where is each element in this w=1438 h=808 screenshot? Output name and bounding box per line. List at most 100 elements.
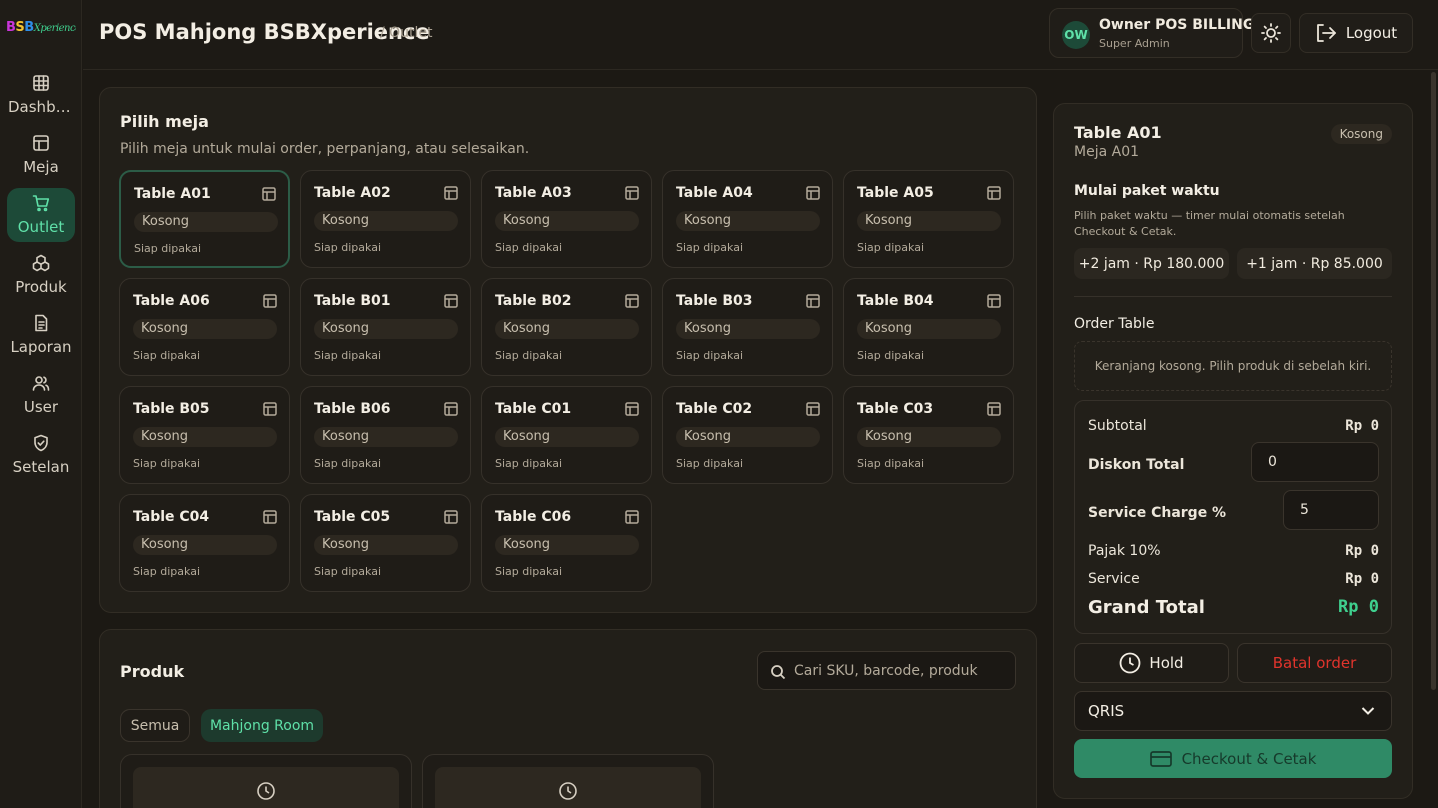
table-card[interactable]: Table B03 Kosong Siap dipakai	[662, 278, 833, 376]
cancel-order-button[interactable]: Batal order	[1237, 643, 1392, 683]
checkout-button[interactable]: Checkout & Cetak	[1074, 739, 1392, 778]
table-note: Siap dipakai	[857, 349, 924, 362]
status-badge: Kosong	[676, 319, 820, 339]
status-badge: Kosong	[495, 427, 639, 447]
table-icon	[625, 509, 639, 524]
table-name: Table C04	[133, 509, 210, 525]
table-card[interactable]: Table B06 Kosong Siap dipakai	[300, 386, 471, 484]
table-name: Table B02	[495, 293, 572, 309]
package-2h-button[interactable]: +2 jam · Rp 180.000	[1074, 248, 1229, 279]
status-badge: Kosong	[133, 319, 277, 339]
service-charge-input[interactable]	[1283, 490, 1379, 530]
hold-button[interactable]: Hold	[1074, 643, 1229, 683]
table-icon	[987, 293, 1001, 308]
table-icon	[263, 509, 277, 524]
package-title: Mulai paket waktu	[1074, 183, 1220, 199]
table-card[interactable]: Table A04 Kosong Siap dipakai	[662, 170, 833, 268]
table-name: Table C01	[495, 401, 572, 417]
sidebar-item-laporan[interactable]: Laporan	[7, 308, 75, 362]
page-scrollbar[interactable]	[1431, 72, 1436, 690]
sidebar-item-label: Dashboard	[8, 98, 74, 116]
search-input[interactable]	[794, 660, 1004, 682]
table-card[interactable]: Table C03 Kosong Siap dipakai	[843, 386, 1014, 484]
table-card[interactable]: Table B04 Kosong Siap dipakai	[843, 278, 1014, 376]
table-icon	[444, 401, 458, 416]
product-card[interactable]	[422, 754, 714, 808]
table-card[interactable]: Table C01 Kosong Siap dipakai	[481, 386, 652, 484]
product-card[interactable]	[120, 754, 412, 808]
table-note: Siap dipakai	[314, 565, 381, 578]
user-menu[interactable]: OW Owner POS BILLING Super Admin	[1049, 8, 1254, 58]
table-icon	[262, 186, 276, 201]
table-icon	[263, 401, 277, 416]
selected-table-title: Table A01	[1074, 123, 1162, 142]
tax-value: Rp 0	[1345, 543, 1379, 559]
logout-button[interactable]: Logout	[1299, 13, 1413, 53]
table-note: Siap dipakai	[133, 565, 200, 578]
status-badge: Kosong	[857, 427, 1001, 447]
discount-label: Diskon Total	[1088, 457, 1185, 473]
discount-input[interactable]	[1251, 442, 1379, 482]
table-card[interactable]: Table C04 Kosong Siap dipakai	[119, 494, 290, 592]
table-card[interactable]: Table C02 Kosong Siap dipakai	[662, 386, 833, 484]
table-note: Siap dipakai	[857, 457, 924, 470]
status-badge: Kosong	[314, 427, 458, 447]
table-icon	[987, 185, 1001, 200]
sidebar-item-outlet[interactable]: Outlet	[7, 188, 75, 242]
status-badge: Kosong	[495, 535, 639, 555]
report-icon	[35, 314, 48, 332]
package-1h-button[interactable]: +1 jam · Rp 85.000	[1237, 248, 1392, 279]
table-note: Siap dipakai	[133, 349, 200, 362]
sidebar: BSBXperience Dashboard Meja Outlet Produ…	[0, 0, 82, 808]
status-badge: Kosong	[676, 211, 820, 231]
table-card[interactable]: Table A05 Kosong Siap dipakai	[843, 170, 1014, 268]
product-thumbnail	[133, 767, 399, 808]
brand-logo[interactable]: BSBXperience	[6, 20, 76, 46]
table-name: Table C06	[495, 509, 572, 525]
table-note: Siap dipakai	[133, 457, 200, 470]
table-card[interactable]: Table A03 Kosong Siap dipakai	[481, 170, 652, 268]
search-icon	[771, 665, 786, 680]
payment-method-value: QRIS	[1088, 702, 1125, 720]
status-badge: Kosong	[495, 319, 639, 339]
table-icon	[33, 135, 49, 151]
logo-wordmark: Xperience	[33, 23, 76, 34]
table-name: Table A02	[314, 185, 391, 201]
table-name: Table B05	[133, 401, 210, 417]
sidebar-item-setelan[interactable]: Setelan	[7, 428, 75, 482]
table-card[interactable]: Table A06 Kosong Siap dipakai	[119, 278, 290, 376]
table-card[interactable]: Table A01 Kosong Siap dipakai	[119, 170, 290, 268]
cart-icon	[32, 195, 50, 212]
table-card[interactable]: Table C06 Kosong Siap dipakai	[481, 494, 652, 592]
table-card[interactable]: Table A02 Kosong Siap dipakai	[300, 170, 471, 268]
boxes-icon	[32, 254, 50, 272]
sidebar-item-label: User	[23, 398, 59, 416]
sidebar-item-meja[interactable]: Meja	[7, 128, 75, 182]
table-name: Table A05	[857, 185, 934, 201]
top-header: POS Mahjong BSBXperience / Outlet OW Own…	[83, 0, 1438, 70]
sidebar-item-user[interactable]: User	[7, 368, 75, 422]
category-chip-semua[interactable]: Semua	[120, 709, 190, 742]
table-card[interactable]: Table C05 Kosong Siap dipakai	[300, 494, 471, 592]
sidebar-item-produk[interactable]: Produk	[7, 248, 75, 302]
payment-method-select[interactable]: QRIS	[1074, 691, 1392, 731]
table-note: Siap dipakai	[676, 457, 743, 470]
table-card[interactable]: Table B02 Kosong Siap dipakai	[481, 278, 652, 376]
status-badge: Kosong	[857, 211, 1001, 231]
table-name: Table A04	[676, 185, 753, 201]
category-chip-mahjong-room[interactable]: Mahjong Room	[201, 709, 323, 742]
sidebar-item-dashboard[interactable]: Dashboard	[7, 68, 75, 122]
table-icon	[625, 401, 639, 416]
table-card[interactable]: Table B05 Kosong Siap dipakai	[119, 386, 290, 484]
status-badge: Kosong	[133, 427, 277, 447]
table-card[interactable]: Table B01 Kosong Siap dipakai	[300, 278, 471, 376]
table-icon	[444, 185, 458, 200]
sidebar-nav: Dashboard Meja Outlet Produk Laporan Use…	[0, 68, 82, 488]
theme-toggle-button[interactable]	[1251, 13, 1291, 53]
status-badge: Kosong	[857, 319, 1001, 339]
logo-letter: B	[6, 20, 16, 35]
product-search[interactable]	[757, 651, 1016, 690]
table-note: Siap dipakai	[857, 241, 924, 254]
totals-box: Subtotal Rp 0 Diskon Total Service Charg…	[1074, 400, 1392, 634]
table-name: Table C02	[676, 401, 753, 417]
